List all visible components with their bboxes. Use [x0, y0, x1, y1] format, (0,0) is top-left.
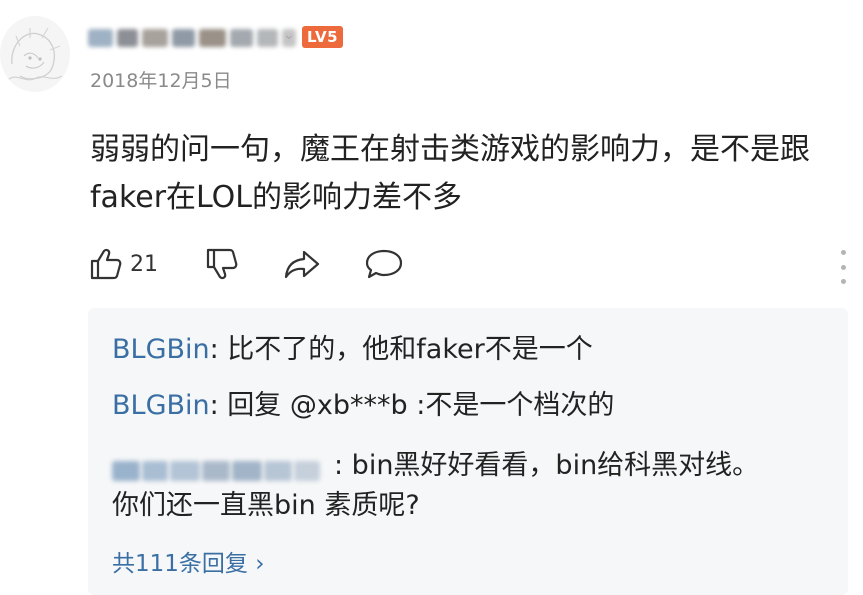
- reply-text-continued: 你们还一直黑bin 素质呢?: [112, 490, 420, 521]
- reply-button[interactable]: [364, 244, 404, 284]
- avatar-illustration: [7, 27, 63, 81]
- like-button[interactable]: 21: [88, 244, 158, 284]
- share-icon: [284, 250, 320, 279]
- comment-icon: [365, 249, 403, 279]
- reply-item: : bin黑好好看看，bin给科黑对线。 你们还一直黑bin 素质呢?: [112, 446, 832, 526]
- reply-author[interactable]: BLGBin: [112, 390, 210, 421]
- username-blur-segment: [229, 29, 254, 47]
- username-blur-segment: [88, 29, 114, 47]
- username-blur-segment: [198, 29, 226, 47]
- username-blur-segment: [257, 29, 279, 47]
- more-vertical-icon[interactable]: [839, 250, 847, 284]
- view-all-replies-link[interactable]: 共111条回复 ›: [112, 544, 264, 578]
- chevron-down-icon[interactable]: ⌄: [283, 27, 295, 43]
- username-blur-segment: [142, 29, 168, 47]
- reply-item: BLGBin: 回复 @xb***b :不是一个档次的: [112, 386, 614, 426]
- thumbs-up-icon: [90, 248, 122, 280]
- reply-text: : 回复 @xb***b :不是一个档次的: [209, 390, 615, 421]
- username-blur-segment: [117, 29, 139, 47]
- reply-text: : 比不了的，他和faker不是一个: [209, 334, 593, 365]
- dislike-button[interactable]: [204, 244, 240, 284]
- username-blurred[interactable]: [88, 24, 296, 52]
- reply-author[interactable]: BLGBin: [112, 334, 210, 365]
- comment-text: 弱弱的问一句，魔王在射击类游戏的影响力，是不是跟faker在LOL的影响力差不多: [90, 132, 810, 215]
- reply-text: : bin黑好好看看，bin给科黑对线。: [334, 450, 760, 481]
- replies-box: BLGBin: 比不了的，他和faker不是一个 BLGBin: 回复 @xb*…: [88, 308, 848, 595]
- reply-author-blurred[interactable]: [112, 453, 330, 481]
- like-count: 21: [130, 251, 158, 277]
- share-button[interactable]: [282, 244, 322, 284]
- username-blur-segment: [171, 29, 195, 47]
- avatar[interactable]: [0, 16, 70, 92]
- reply-item: BLGBin: 比不了的，他和faker不是一个: [112, 330, 593, 370]
- thumbs-down-icon: [206, 248, 238, 280]
- comment-actions: 21: [88, 244, 858, 284]
- level-badge: LV5: [302, 26, 344, 48]
- comment-date: 2018年12月5日: [90, 70, 232, 92]
